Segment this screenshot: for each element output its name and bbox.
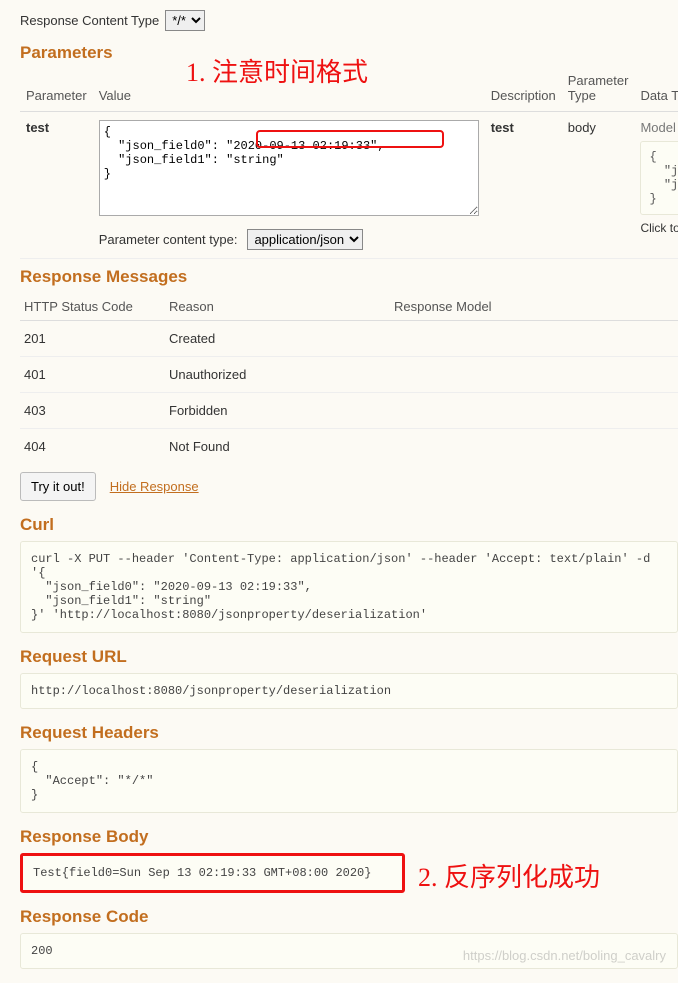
param-content-type-select[interactable]: application/json — [247, 229, 363, 250]
actions-row: Try it out! Hide Response — [20, 472, 678, 501]
th-status-code: HTTP Status Code — [20, 293, 165, 321]
response-content-type-select[interactable]: */* — [165, 10, 205, 31]
response-body-block[interactable]: Test{field0=Sun Sep 13 02:19:33 GMT+08:0… — [20, 853, 405, 893]
hide-response-link[interactable]: Hide Response — [110, 479, 199, 494]
reason-cell: Unauthorized — [165, 357, 390, 393]
model-cell — [390, 429, 678, 465]
th-data-type: Data T — [634, 69, 678, 112]
try-it-out-button[interactable]: Try it out! — [20, 472, 96, 501]
data-type-model-label: Model — [640, 120, 678, 135]
th-response-model: Response Model — [390, 293, 678, 321]
reason-cell: Forbidden — [165, 393, 390, 429]
response-messages-table: HTTP Status Code Reason Response Model 2… — [20, 293, 678, 464]
status-code-cell: 401 — [20, 357, 165, 393]
request-url-heading: Request URL — [20, 647, 678, 667]
th-reason: Reason — [165, 293, 390, 321]
table-row: 403Forbidden — [20, 393, 678, 429]
th-parameter: Parameter — [20, 69, 93, 112]
response-body-heading: Response Body — [20, 827, 678, 847]
request-headers-heading: Request Headers — [20, 723, 678, 743]
parameters-heading: Parameters — [20, 43, 678, 63]
response-code-heading: Response Code — [20, 907, 678, 927]
table-row: 201Created — [20, 321, 678, 357]
table-row: test Parameter content type: application… — [20, 112, 678, 259]
table-row: 404Not Found — [20, 429, 678, 465]
param-description: test — [491, 120, 514, 135]
request-url-block[interactable]: http://localhost:8080/jsonproperty/deser… — [20, 673, 678, 709]
status-code-cell: 201 — [20, 321, 165, 357]
reason-cell: Not Found — [165, 429, 390, 465]
param-name: test — [26, 120, 49, 135]
reason-cell: Created — [165, 321, 390, 357]
model-cell — [390, 393, 678, 429]
status-code-cell: 404 — [20, 429, 165, 465]
param-content-type-label: Parameter content type: — [99, 232, 238, 247]
param-value-textarea[interactable] — [99, 120, 479, 216]
th-description: Description — [485, 69, 562, 112]
request-headers-block[interactable]: { "Accept": "*/*" } — [20, 749, 678, 813]
curl-heading: Curl — [20, 515, 678, 535]
watermark-text: https://blog.csdn.net/boling_cavalry — [463, 948, 666, 963]
th-value: Value — [93, 69, 485, 112]
th-parameter-type: Parameter Type — [562, 69, 635, 112]
model-schema-box[interactable]: { "j "j } — [640, 141, 678, 215]
table-row: 401Unauthorized — [20, 357, 678, 393]
response-messages-heading: Response Messages — [20, 267, 678, 287]
model-hint: Click to — [640, 221, 678, 235]
param-type: body — [562, 112, 635, 259]
status-code-cell: 403 — [20, 393, 165, 429]
model-cell — [390, 357, 678, 393]
model-cell — [390, 321, 678, 357]
response-content-type-row: Response Content Type */* — [20, 10, 678, 31]
response-content-type-label: Response Content Type — [20, 13, 159, 28]
annotation-2: 2. 反序列化成功 — [418, 857, 600, 894]
curl-block[interactable]: curl -X PUT --header 'Content-Type: appl… — [20, 541, 678, 633]
parameters-table: Parameter Value Description Parameter Ty… — [20, 69, 678, 259]
